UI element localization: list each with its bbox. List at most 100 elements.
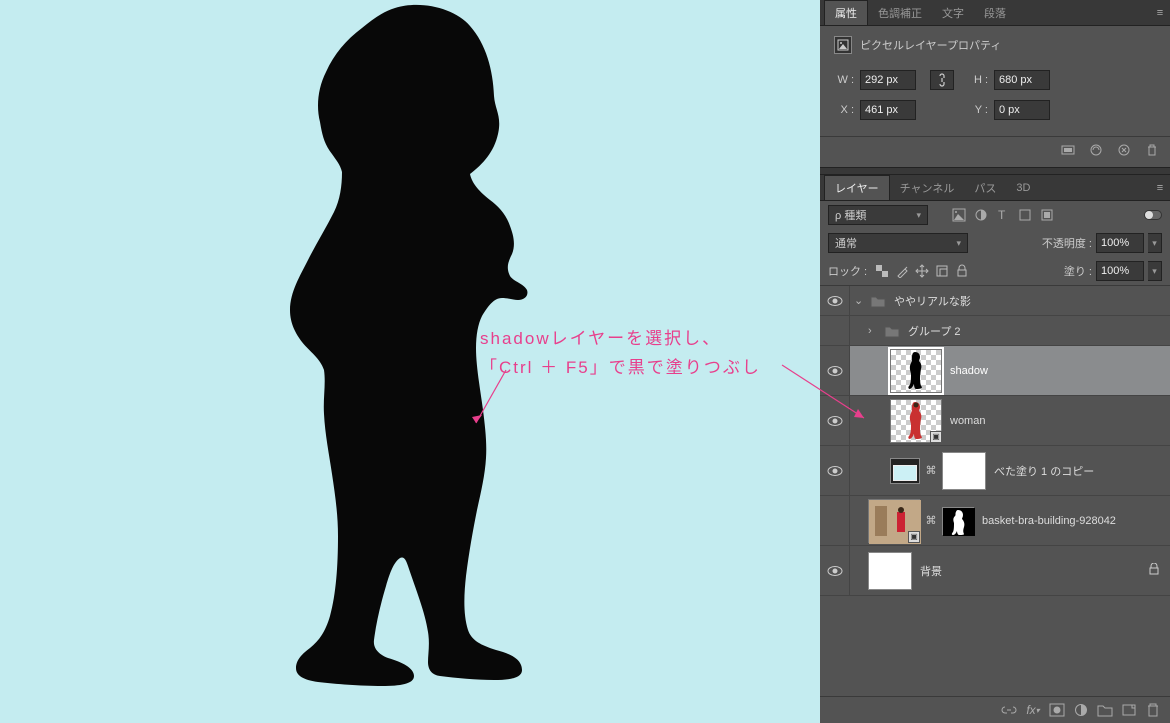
layers-footer: fx▾: [820, 696, 1170, 723]
layers-panel-tabs: レイヤー チャンネル パス 3D ≡: [820, 175, 1170, 201]
mask-link-icon[interactable]: ⌘: [926, 514, 936, 528]
add-mask-icon[interactable]: [1046, 701, 1068, 719]
x-input[interactable]: [860, 100, 916, 120]
folder-icon: [884, 324, 900, 338]
layer-name: ややリアルな影: [894, 293, 971, 309]
y-label: Y :: [968, 104, 988, 116]
lock-position-icon[interactable]: [913, 262, 931, 280]
layer-name: shadow: [950, 365, 988, 377]
width-input[interactable]: [860, 70, 916, 90]
tab-character[interactable]: 文字: [932, 0, 974, 25]
layer-filter-select[interactable]: ρ 種類: [828, 205, 928, 225]
blend-mode-select[interactable]: 通常: [828, 233, 968, 253]
new-layer-icon[interactable]: [1118, 701, 1140, 719]
layer-group-realistic-shadow[interactable]: ⌄ ややリアルな影: [820, 286, 1170, 316]
collapse-caret-icon[interactable]: ⌄: [854, 294, 864, 307]
tab-paths[interactable]: パス: [964, 175, 1006, 200]
tab-channels[interactable]: チャンネル: [890, 175, 965, 200]
annotation-arrow-left: [468, 365, 518, 435]
mask-link-icon[interactable]: ⌘: [926, 464, 936, 478]
layer-effects-icon[interactable]: fx▾: [1022, 701, 1044, 719]
fill-label: 塗り :: [1064, 263, 1092, 279]
layer-group-2[interactable]: › グループ 2: [820, 316, 1170, 346]
layer-shadow[interactable]: shadow: [820, 346, 1170, 396]
fill-input[interactable]: 100%: [1096, 261, 1144, 281]
expand-caret-icon[interactable]: ›: [868, 325, 878, 337]
lock-transparency-icon[interactable]: [873, 262, 891, 280]
lock-label: ロック :: [828, 263, 867, 279]
layer-thumbnail[interactable]: ▣: [868, 499, 920, 543]
pixel-layer-icon: [834, 36, 852, 54]
annotation-line2: 「Ctrl ＋ F5」で黒で塗りつぶし: [480, 358, 761, 377]
visibility-icon[interactable]: [827, 465, 843, 477]
prop-footer-icon-1[interactable]: [1058, 141, 1078, 159]
tab-properties[interactable]: 属性: [824, 0, 868, 25]
opacity-input[interactable]: 100%: [1096, 233, 1144, 253]
new-group-icon[interactable]: [1094, 701, 1116, 719]
panel-menu-icon[interactable]: ≡: [1150, 7, 1170, 19]
smart-object-badge: ▣: [908, 531, 920, 543]
height-input[interactable]: [994, 70, 1050, 90]
canvas-annotation: shadowレイヤーを選択し、 「Ctrl ＋ F5」で黒で塗りつぶし: [480, 325, 761, 383]
layer-thumbnail[interactable]: ▣: [890, 399, 942, 443]
lock-all-icon[interactable]: [953, 262, 971, 280]
properties-panel-tabs: 属性 色調補正 文字 段落 ≡: [820, 0, 1170, 26]
filter-pixel-icon[interactable]: [950, 206, 968, 224]
smart-object-badge: ▣: [930, 431, 942, 443]
annotation-line1: shadowレイヤーを選択し、: [480, 329, 721, 348]
lock-artboard-icon[interactable]: [933, 262, 951, 280]
tab-adjustments[interactable]: 色調補正: [868, 0, 932, 25]
layer-name: べた塗り 1 のコピー: [994, 463, 1094, 479]
fill-caret[interactable]: [1148, 261, 1162, 281]
svg-text:T: T: [998, 208, 1006, 222]
height-label: H :: [968, 74, 988, 86]
width-label: W :: [834, 74, 854, 86]
filter-type-icon[interactable]: T: [994, 206, 1012, 224]
opacity-label: 不透明度 :: [1042, 235, 1092, 251]
layer-name: basket-bra-building-928042: [982, 515, 1116, 527]
properties-footer: [820, 136, 1170, 163]
layer-name: 背景: [920, 563, 942, 579]
tab-3d[interactable]: 3D: [1006, 175, 1040, 200]
layer-woman[interactable]: ▣ woman: [820, 396, 1170, 446]
layer-name: woman: [950, 415, 985, 427]
link-layers-icon[interactable]: [998, 701, 1020, 719]
prop-footer-icon-3[interactable]: [1114, 141, 1134, 159]
canvas[interactable]: shadowレイヤーを選択し、 「Ctrl ＋ F5」で黒で塗りつぶし: [0, 0, 820, 723]
opacity-caret[interactable]: [1148, 233, 1162, 253]
folder-icon: [870, 294, 886, 308]
tab-paragraph[interactable]: 段落: [974, 0, 1016, 25]
filter-toggle[interactable]: [1144, 210, 1162, 220]
visibility-icon[interactable]: [827, 565, 843, 577]
layers-panel: レイヤー チャンネル パス 3D ≡ ρ 種類 T 通常: [820, 175, 1170, 723]
layer-mask-thumbnail[interactable]: [942, 507, 974, 535]
blend-mode-value: 通常: [835, 235, 857, 251]
filter-shape-icon[interactable]: [1016, 206, 1034, 224]
filter-adjustment-icon[interactable]: [972, 206, 990, 224]
properties-title: ピクセルレイヤープロパティ: [860, 37, 1001, 53]
lock-pixels-icon[interactable]: [893, 262, 911, 280]
prop-footer-icon-2[interactable]: [1086, 141, 1106, 159]
layer-name: グループ 2: [908, 323, 961, 339]
layer-mask-thumbnail[interactable]: [942, 452, 986, 490]
right-panels: 属性 色調補正 文字 段落 ≡ ピクセルレイヤープロパティ W : H :: [820, 0, 1170, 723]
layer-basket-building[interactable]: ▣ ⌘ basket-bra-building-928042: [820, 496, 1170, 546]
filter-label: 種類: [844, 210, 866, 222]
link-dimensions-button[interactable]: [930, 70, 954, 90]
lock-icon[interactable]: [1148, 563, 1160, 578]
layer-solid-fill-copy[interactable]: ⌘ べた塗り 1 のコピー: [820, 446, 1170, 496]
delete-layer-icon[interactable]: [1142, 701, 1164, 719]
layer-thumbnail[interactable]: [868, 552, 912, 590]
layer-background[interactable]: 背景: [820, 546, 1170, 596]
new-adjustment-icon[interactable]: [1070, 701, 1092, 719]
annotation-arrow-right: [780, 360, 870, 430]
layer-thumbnail[interactable]: [890, 349, 942, 393]
visibility-icon[interactable]: [827, 295, 843, 307]
layers-panel-menu-icon[interactable]: ≡: [1150, 182, 1170, 194]
tab-layers[interactable]: レイヤー: [824, 175, 890, 200]
filter-smart-icon[interactable]: [1038, 206, 1056, 224]
layer-thumbnail[interactable]: [890, 458, 920, 484]
y-input[interactable]: [994, 100, 1050, 120]
trash-icon[interactable]: [1142, 141, 1162, 159]
layer-list: ⌄ ややリアルな影 › グループ 2: [820, 285, 1170, 696]
